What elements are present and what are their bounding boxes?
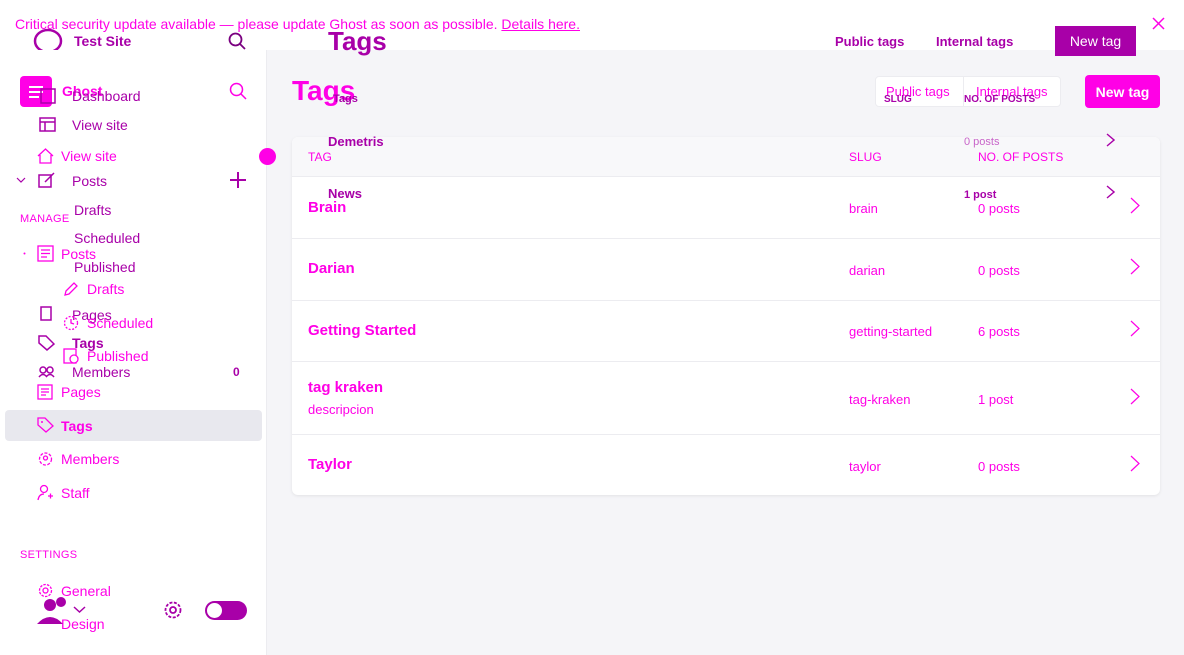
tag-icon [37,417,54,433]
dashboard-icon [40,88,56,104]
tag-name[interactable]: tag kraken [308,379,383,396]
tag-description: descripcion [308,402,374,417]
tag-post-count: 0 posts [978,459,1020,474]
nav-dashboard[interactable]: Dashboard [72,88,141,104]
banner-message: Critical security update available — ple… [15,16,498,32]
clock-icon [63,315,79,331]
tab-public-overlay[interactable]: Public tags [835,34,904,49]
column-header-slug: SLUG [849,150,882,164]
nav-scheduled[interactable]: Scheduled [87,315,153,331]
tag-name[interactable]: Taylor [308,456,352,473]
published-icon [63,348,79,364]
nav-posts[interactable]: Posts [61,246,96,262]
column-header-tag: TAG [308,150,332,164]
column-header-posts: NO. OF POSTS [978,150,1064,164]
posts-icon [38,172,56,189]
banner-details-link[interactable]: Details here. [501,16,580,32]
home-icon [37,148,54,164]
manage-section-header: MANAGE [20,213,70,225]
chevron-right-icon[interactable] [1130,455,1140,472]
bullet-icon [23,252,26,255]
tag-name[interactable]: Brain [308,199,346,216]
posts-list-icon [37,245,54,262]
pages-list-icon [37,384,53,400]
nav-staff[interactable]: Staff [61,485,90,501]
gear-icon[interactable] [163,600,183,620]
staff-icon [37,484,54,501]
chevron-down-icon[interactable] [16,176,26,184]
new-tag-button[interactable]: New tag [1085,75,1160,108]
search-icon[interactable] [229,82,247,100]
update-banner: Critical security update available — ple… [15,16,580,32]
ghost-tag-post-count: 0 posts [964,136,1000,148]
nav-members[interactable]: Members [61,451,119,467]
tag-post-count: 6 posts [978,324,1020,339]
tag-slug: darian [849,263,886,278]
tag-slug: getting-started [849,324,933,339]
settings-section-header: SETTINGS [20,549,78,561]
chevron-down-icon[interactable] [73,605,86,614]
ghost-tag-post-count: 1 post [964,189,997,201]
table-row[interactable] [292,362,1160,435]
ghost-tag-name[interactable]: Demetris [328,134,384,149]
theme-toggle[interactable] [205,601,247,620]
nav-view-site[interactable]: View site [61,148,117,164]
ghost-page-title: Tags [333,93,358,105]
notification-dot [259,148,276,165]
toggle-knob [207,603,222,618]
nav-pages[interactable]: Pages [61,384,101,400]
tag-name[interactable]: Darian [308,260,355,277]
nav-scheduled-overlay[interactable]: Scheduled [74,230,140,246]
nav-drafts-overlay[interactable]: Drafts [74,202,111,218]
chevron-right-icon[interactable] [1130,197,1140,214]
tags-table [292,137,1160,495]
new-tag-button-overlay[interactable]: New tag [1055,26,1136,56]
nav-drafts[interactable]: Drafts [87,281,124,297]
tag-post-count: 1 post [978,392,1014,407]
nav-posts-overlay[interactable]: Posts [72,173,107,189]
search-icon[interactable] [228,32,246,50]
tag-post-count: 0 posts [978,263,1020,278]
nav-view-site-overlay[interactable]: View site [72,117,128,133]
tag-slug: brain [849,201,878,216]
table-row[interactable] [292,435,1160,495]
table-row[interactable] [292,239,1160,301]
members-icon [38,366,56,378]
members-count: 0 [233,365,240,379]
table-row[interactable] [292,301,1160,362]
site-name: Test Site [74,33,132,49]
chevron-right-icon[interactable] [1130,258,1140,275]
nav-members-overlay[interactable]: Members [72,364,130,380]
tag-slug: tag-kraken [849,392,911,407]
add-post-icon[interactable] [229,171,247,189]
pages-icon [38,306,54,322]
view-site-icon [39,117,56,132]
pencil-icon [63,281,79,297]
tag-name[interactable]: Getting Started [308,322,416,339]
tag-icon [38,335,55,351]
nav-tags[interactable]: Tags [61,418,93,434]
members-icon [37,451,54,467]
ghost-column-posts: NO. OF POSTS [964,94,1036,105]
ghost-tag-name[interactable]: News [328,186,362,201]
nav-published[interactable]: Published [87,348,149,364]
chevron-right-icon[interactable] [1106,133,1115,147]
page-title-overlay: Tags [328,26,387,56]
chevron-right-icon[interactable] [1106,185,1115,199]
table-row[interactable] [292,177,1160,239]
ghost-column-slug: SLUG [884,94,912,105]
tag-post-count: 0 posts [978,201,1020,216]
tab-internal-overlay[interactable]: Internal tags [936,34,1013,49]
avatar[interactable] [36,596,70,626]
chevron-right-icon[interactable] [1130,388,1140,405]
chevron-right-icon[interactable] [1130,320,1140,337]
close-icon[interactable] [1151,16,1166,31]
tag-slug: taylor [849,459,881,474]
